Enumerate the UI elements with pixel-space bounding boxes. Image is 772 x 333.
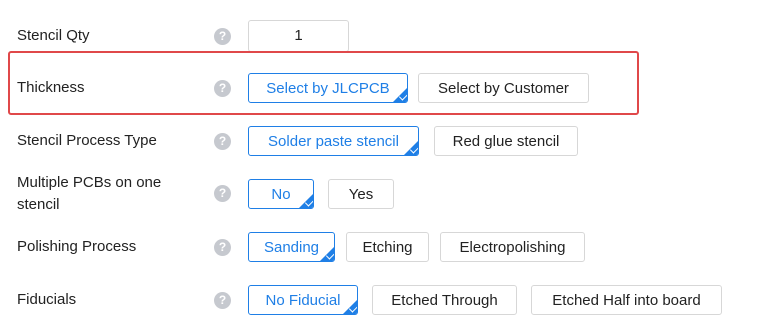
process-option-red-glue-stencil[interactable]: Red glue stencil [434, 126, 578, 156]
help-icon[interactable]: ? [214, 185, 231, 202]
thickness-label: Thickness [17, 79, 85, 96]
stencil-qty-label: Stencil Qty [17, 27, 90, 44]
option-label: No [271, 186, 291, 203]
polishing-option-electropolishing[interactable]: Electropolishing [440, 232, 585, 262]
help-icon[interactable]: ? [214, 28, 231, 45]
help-icon[interactable]: ? [214, 80, 231, 97]
fiducials-option-etched-through[interactable]: Etched Through [372, 285, 517, 315]
fiducials-label: Fiducials [17, 291, 77, 308]
stencil-options-form: Stencil Qty ? 1 Thickness ? Select by JL… [0, 0, 772, 333]
option-label: Etching [362, 239, 413, 256]
fiducials-option-etched-half-into-board[interactable]: Etched Half into board [531, 285, 722, 315]
option-label: Electropolishing [459, 239, 566, 256]
multiple-pcbs-label: Multiple PCBs on one stencil [17, 174, 162, 213]
option-label: Etched Half into board [552, 292, 701, 309]
thickness-option-select-by-customer[interactable]: Select by Customer [418, 73, 589, 103]
stencil-process-type-label: Stencil Process Type [17, 132, 157, 149]
thickness-option-select-by-jlcpcb[interactable]: Select by JLCPCB [248, 73, 408, 103]
option-label: Solder paste stencil [268, 133, 399, 150]
option-label: Red glue stencil [452, 133, 560, 150]
option-label: No Fiducial [265, 292, 341, 309]
help-icon[interactable]: ? [214, 239, 231, 256]
polishing-process-label: Polishing Process [17, 238, 137, 255]
polishing-option-etching[interactable]: Etching [346, 232, 429, 262]
multiple-pcbs-option-yes[interactable]: Yes [328, 179, 394, 209]
help-icon[interactable]: ? [214, 292, 231, 309]
option-label: Select by Customer [438, 80, 569, 97]
multiple-pcbs-option-no[interactable]: No [248, 179, 314, 209]
process-option-solder-paste-stencil[interactable]: Solder paste stencil [248, 126, 419, 156]
option-label: Yes [348, 186, 374, 203]
stencil-qty-input[interactable]: 1 [248, 20, 349, 52]
polishing-option-sanding[interactable]: Sanding [248, 232, 335, 262]
fiducials-option-no-fiducial[interactable]: No Fiducial [248, 285, 358, 315]
help-icon[interactable]: ? [214, 133, 231, 150]
option-label: Select by JLCPCB [266, 80, 390, 97]
option-label: Etched Through [391, 292, 498, 309]
option-label: Sanding [263, 239, 320, 256]
